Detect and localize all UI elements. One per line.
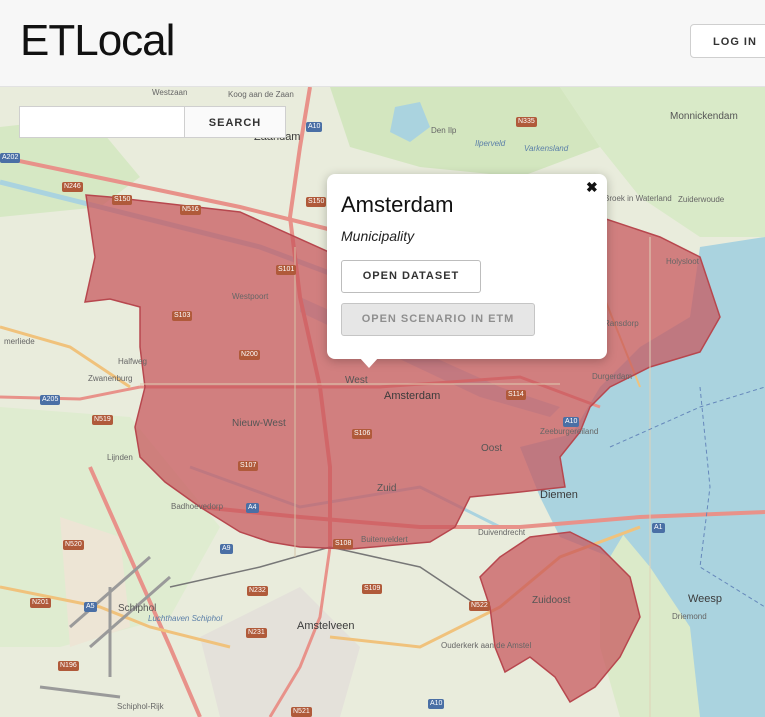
map-label: Zuid xyxy=(377,483,397,494)
road-shield: A10 xyxy=(428,699,445,709)
road-shield: A205 xyxy=(40,395,61,405)
brand-logo[interactable]: ETLocal xyxy=(20,16,175,66)
map-label: Broek in Waterland xyxy=(604,194,672,203)
map-label: Lijnden xyxy=(107,453,133,462)
map-label: Schiphol xyxy=(118,603,157,614)
road-shield: N231 xyxy=(246,628,267,638)
map-label: Halfweg xyxy=(118,357,147,366)
map-label: Zuiderwoude xyxy=(678,195,725,204)
map-label: Weesp xyxy=(688,593,723,605)
map-label: Schiphol-Rijk xyxy=(117,702,164,711)
map-label: Westpoort xyxy=(232,292,269,301)
road-shield: S106 xyxy=(352,429,373,439)
map-label: Zwanenburg xyxy=(88,374,133,383)
map-label: Westzaan xyxy=(152,88,188,97)
map-label: Koog aan de Zaan xyxy=(228,90,294,99)
popup-title: Amsterdam xyxy=(341,192,454,217)
map-label: Zuidoost xyxy=(532,595,571,606)
open-dataset-button[interactable]: OPEN DATASET xyxy=(341,260,481,293)
map-label: Durgerdam xyxy=(592,372,633,381)
top-navbar: ETLocal LOG IN xyxy=(0,0,765,87)
map-label: Amsterdam xyxy=(384,390,441,402)
road-shield: A4 xyxy=(246,503,259,513)
map-label: Luchthaven Schiphol xyxy=(148,614,223,623)
map-label: Amstelveen xyxy=(297,620,355,632)
road-shield: S107 xyxy=(238,461,259,471)
map-label: Oost xyxy=(481,443,503,454)
road-shield: N516 xyxy=(180,205,201,215)
open-scenario-etm-button[interactable]: OPEN SCENARIO IN ETM xyxy=(341,303,535,336)
map-label: Ouderkerk aan de Amstel xyxy=(441,641,532,650)
map-label: Monnickendam xyxy=(670,111,738,122)
map-label: Varkensland xyxy=(524,144,569,153)
map-label: Duivendrecht xyxy=(478,528,526,537)
road-shield: A9 xyxy=(220,544,233,554)
map-label: West xyxy=(345,375,368,386)
road-shield: N335 xyxy=(516,117,537,127)
close-icon[interactable]: ✖ xyxy=(586,180,598,194)
road-shield: A10 xyxy=(306,122,323,132)
road-shield: N200 xyxy=(239,350,260,360)
map-label: Driemond xyxy=(672,612,707,621)
road-shield: N522 xyxy=(469,601,490,611)
road-shield: N232 xyxy=(247,586,268,596)
popup-tip xyxy=(359,357,379,368)
municipality-popup: ✖ Amsterdam Municipality OPEN DATASET OP… xyxy=(327,174,607,359)
road-shield: N521 xyxy=(291,707,312,717)
road-shield: S150 xyxy=(112,195,133,205)
road-shield: N519 xyxy=(92,415,113,425)
map-label: Diemen xyxy=(540,489,578,501)
road-shield: S103 xyxy=(172,311,193,321)
road-shield: S101 xyxy=(276,265,297,275)
map-label: Holysloot xyxy=(666,257,699,266)
road-shield: A10 xyxy=(563,417,580,427)
road-shield: S114 xyxy=(506,390,526,400)
road-shield: N246 xyxy=(62,182,83,192)
road-shield: N201 xyxy=(30,598,51,608)
search-input[interactable] xyxy=(19,106,185,138)
road-shield: S109 xyxy=(362,584,383,594)
map-label: Buitenveldert xyxy=(361,535,408,544)
search-button[interactable]: SEARCH xyxy=(185,106,286,138)
login-button[interactable]: LOG IN xyxy=(690,24,765,58)
road-shield: N196 xyxy=(58,661,79,671)
road-shield: S108 xyxy=(333,539,354,549)
map-label: Zeeburgereiland xyxy=(540,427,599,436)
map-label: merliede xyxy=(4,337,35,346)
map-label: Ilperveld xyxy=(475,139,506,148)
map-label: Ransdorp xyxy=(604,319,639,328)
road-shield: N520 xyxy=(63,540,84,550)
map-label: Den Ilp xyxy=(431,126,457,135)
road-shield: A1 xyxy=(652,523,665,533)
popup-subtitle: Municipality xyxy=(341,228,415,244)
road-shield: S150 xyxy=(306,197,327,207)
map-label: Badhoevedorp xyxy=(171,502,224,511)
map-label: Nieuw-West xyxy=(232,418,286,429)
road-shield: A5 xyxy=(84,602,97,612)
road-shield: A202 xyxy=(0,153,21,163)
